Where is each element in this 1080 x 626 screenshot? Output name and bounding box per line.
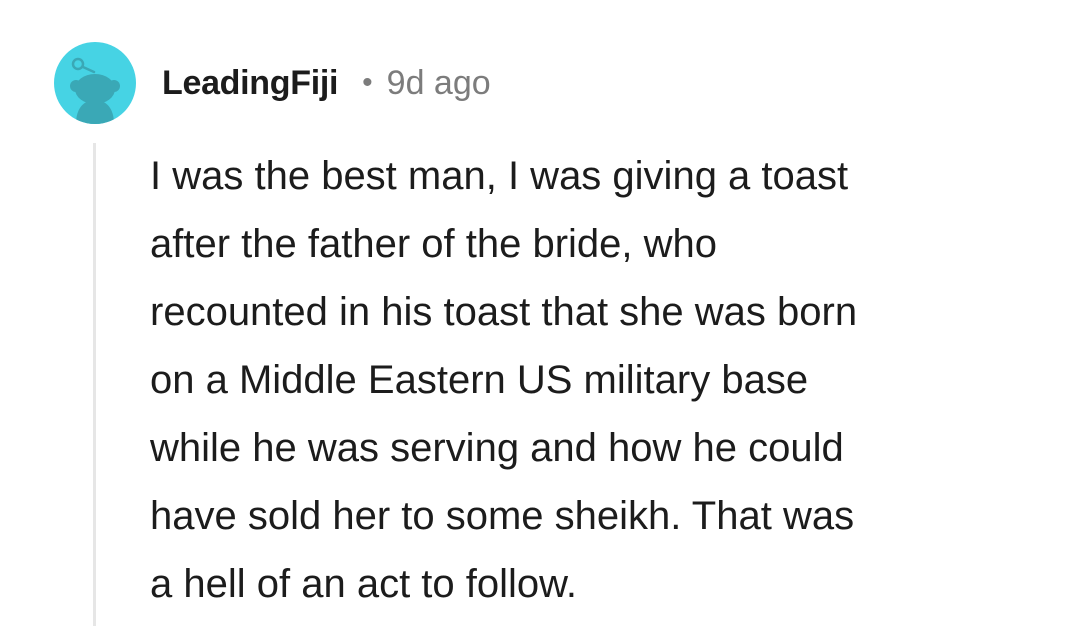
comment: LeadingFiji • 9d ago I was the best man,… — [0, 0, 1080, 626]
avatar[interactable] — [54, 42, 136, 124]
comment-meta: LeadingFiji • 9d ago — [162, 60, 491, 106]
snoo-avatar-icon — [70, 57, 120, 124]
username[interactable]: LeadingFiji — [162, 64, 338, 103]
comment-body: I was the best man, I was giving a toast… — [150, 154, 858, 606]
timestamp[interactable]: 9d ago — [387, 64, 491, 103]
separator-dot: • — [362, 66, 373, 99]
thread-line[interactable] — [93, 143, 96, 626]
